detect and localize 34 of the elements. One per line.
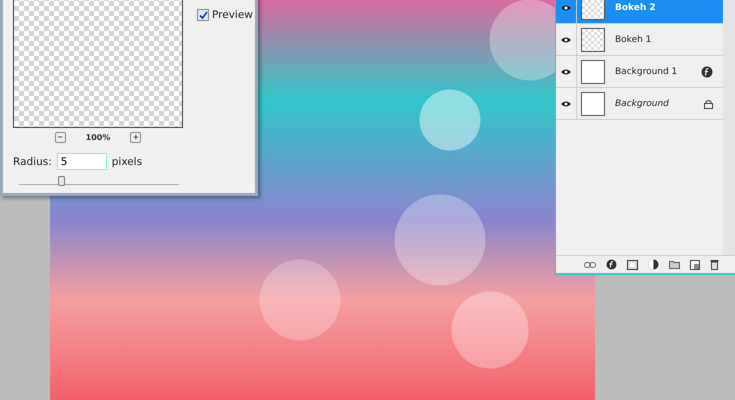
layer-name: Background — [615, 98, 670, 108]
effects-icon[interactable] — [606, 259, 617, 270]
radius-label: Radius: — [13, 156, 52, 168]
eye-icon[interactable] — [560, 36, 572, 44]
preview-label: Preview — [212, 9, 253, 21]
slider-thumb[interactable] — [58, 176, 66, 186]
radius-field[interactable]: 5 — [56, 153, 107, 170]
eye-icon[interactable] — [560, 4, 572, 12]
trash-icon[interactable] — [710, 259, 719, 270]
new-layer-icon[interactable] — [690, 260, 700, 270]
unit-label: pixels — [112, 156, 142, 168]
zoom-in-button[interactable]: + — [130, 132, 142, 143]
layer-row[interactable]: Background 1 — [556, 56, 723, 88]
lock-icon — [704, 98, 713, 108]
folder-icon[interactable] — [669, 260, 680, 269]
mask-icon[interactable] — [627, 260, 638, 270]
layer-name: Background 1 — [615, 66, 678, 76]
layer-thumbnail — [581, 60, 605, 84]
zoom-out-button[interactable]: − — [54, 132, 66, 143]
link-icon[interactable] — [584, 262, 596, 268]
preview-checkbox[interactable] — [197, 9, 209, 21]
eye-icon[interactable] — [560, 100, 572, 108]
layer-thumbnail — [581, 28, 605, 52]
layer-name: Bokeh 1 — [615, 34, 652, 44]
layer-row[interactable]: Bokeh 1 — [556, 24, 723, 56]
effects-icon — [701, 66, 713, 78]
eye-icon[interactable] — [560, 68, 572, 76]
layer-thumbnail — [581, 0, 605, 20]
radius-slider[interactable] — [19, 176, 179, 185]
zoom-level: 100% — [86, 133, 110, 142]
layer-name: Bokeh 2 — [615, 2, 657, 12]
adjustment-icon[interactable] — [648, 259, 659, 270]
layer-thumbnail — [581, 92, 605, 116]
layer-row[interactable]: Background — [556, 88, 723, 120]
